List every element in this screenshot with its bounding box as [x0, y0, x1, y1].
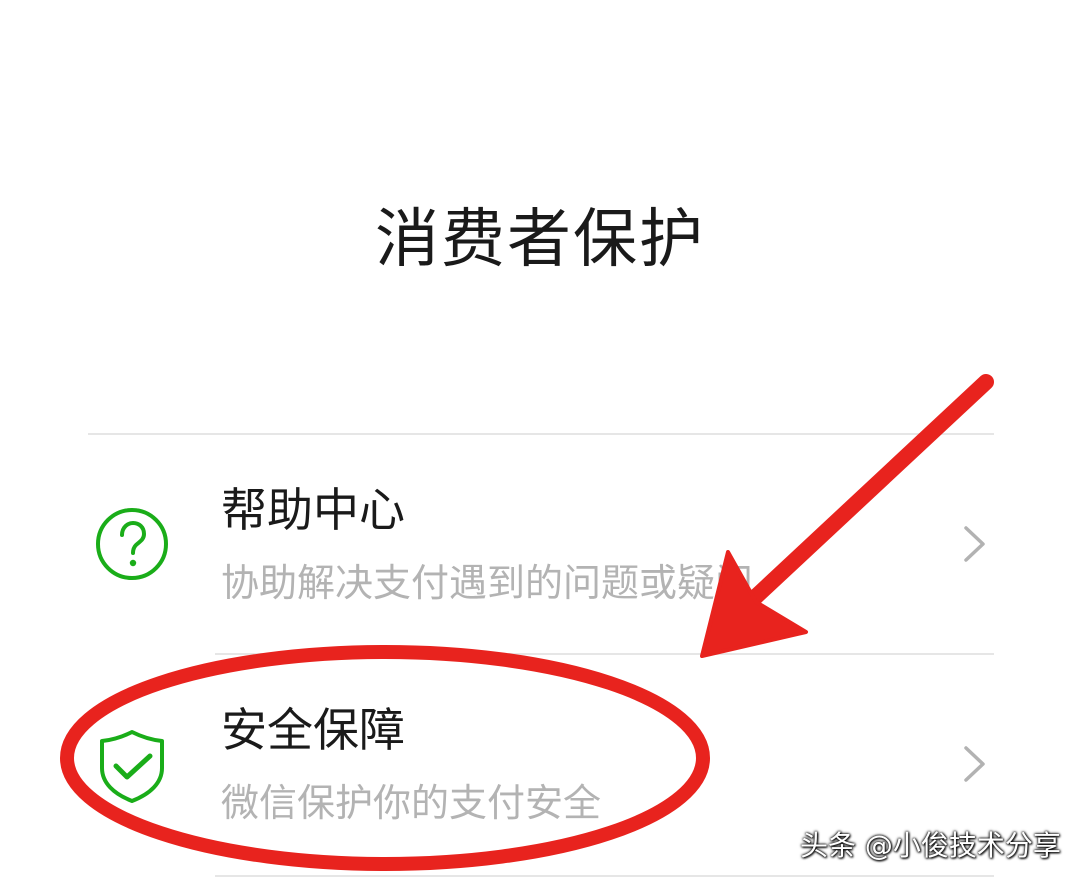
shield-check-icon [100, 730, 164, 803]
chevron-right-icon [964, 526, 985, 562]
menu-item-help-center[interactable]: 帮助中心 协助解决支付遇到的问题或疑问 [88, 436, 994, 654]
chevron-right-icon [964, 746, 985, 782]
divider [215, 653, 994, 655]
question-circle-icon [96, 508, 168, 580]
menu-item-title: 安全保障 [221, 703, 405, 757]
divider [88, 433, 994, 435]
watermark: 头条 @小俊技术分享 [800, 829, 1061, 862]
menu-item-description: 协助解决支付遇到的问题或疑问 [221, 561, 754, 605]
divider [215, 875, 994, 877]
menu-item-title: 帮助中心 [221, 483, 405, 537]
menu-item-description: 微信保护你的支付安全 [221, 781, 602, 825]
page-title: 消费者保护 [375, 203, 705, 277]
